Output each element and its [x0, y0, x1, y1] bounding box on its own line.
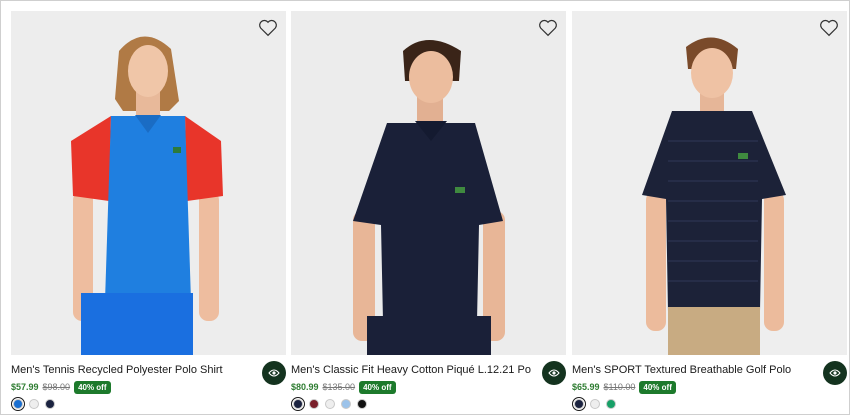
product-image[interactable]: [291, 11, 566, 355]
discount-badge: 40% off: [359, 380, 396, 394]
discount-badge: 40% off: [639, 380, 676, 394]
color-swatch[interactable]: [341, 399, 351, 409]
price-row: $57.99 $98.00 40% off: [11, 379, 111, 395]
price-row: $80.99 $135.00 40% off: [291, 379, 396, 395]
original-price: $110.00: [603, 382, 636, 392]
model-illustration: [572, 11, 847, 355]
product-grid: Men's Tennis Recycled Polyester Polo Shi…: [0, 0, 850, 415]
quick-view-button[interactable]: [542, 361, 566, 385]
eye-icon: [548, 369, 560, 377]
sale-price: $57.99: [11, 382, 39, 392]
wishlist-heart-icon[interactable]: [258, 19, 278, 37]
original-price: $135.00: [322, 382, 356, 392]
sale-price: $65.99: [572, 382, 600, 392]
product-image[interactable]: [11, 11, 286, 355]
color-swatch[interactable]: [590, 399, 600, 409]
color-swatch[interactable]: [291, 397, 305, 411]
price-row: $65.99 $110.00 40% off: [572, 379, 676, 395]
original-price: $98.00: [42, 382, 71, 392]
color-swatch[interactable]: [606, 399, 616, 409]
color-swatches: [572, 397, 616, 411]
color-swatch[interactable]: [29, 399, 39, 409]
color-swatches: [291, 397, 367, 411]
color-swatch[interactable]: [45, 399, 55, 409]
model-illustration: [11, 11, 286, 355]
product-card[interactable]: Men's Tennis Recycled Polyester Polo Shi…: [11, 11, 286, 411]
quick-view-button[interactable]: [262, 361, 286, 385]
product-card[interactable]: Men's SPORT Textured Breathable Golf Pol…: [572, 11, 847, 411]
wishlist-heart-icon[interactable]: [538, 19, 558, 37]
eye-icon: [829, 369, 841, 377]
sale-price: $80.99: [291, 382, 319, 392]
product-title[interactable]: Men's SPORT Textured Breathable Golf Pol…: [572, 363, 812, 377]
product-title[interactable]: Men's Classic Fit Heavy Cotton Piqué L.1…: [291, 363, 531, 377]
wishlist-heart-icon[interactable]: [819, 19, 839, 37]
color-swatch[interactable]: [357, 399, 367, 409]
quick-view-button[interactable]: [823, 361, 847, 385]
eye-icon: [268, 369, 280, 377]
product-card[interactable]: Men's Classic Fit Heavy Cotton Piqué L.1…: [291, 11, 566, 411]
color-swatches: [11, 397, 55, 411]
product-title[interactable]: Men's Tennis Recycled Polyester Polo Shi…: [11, 363, 251, 377]
model-illustration: [291, 11, 566, 355]
product-image[interactable]: [572, 11, 847, 355]
discount-badge: 40% off: [74, 380, 111, 394]
color-swatch[interactable]: [11, 397, 25, 411]
color-swatch[interactable]: [309, 399, 319, 409]
color-swatch[interactable]: [572, 397, 586, 411]
color-swatch[interactable]: [325, 399, 335, 409]
